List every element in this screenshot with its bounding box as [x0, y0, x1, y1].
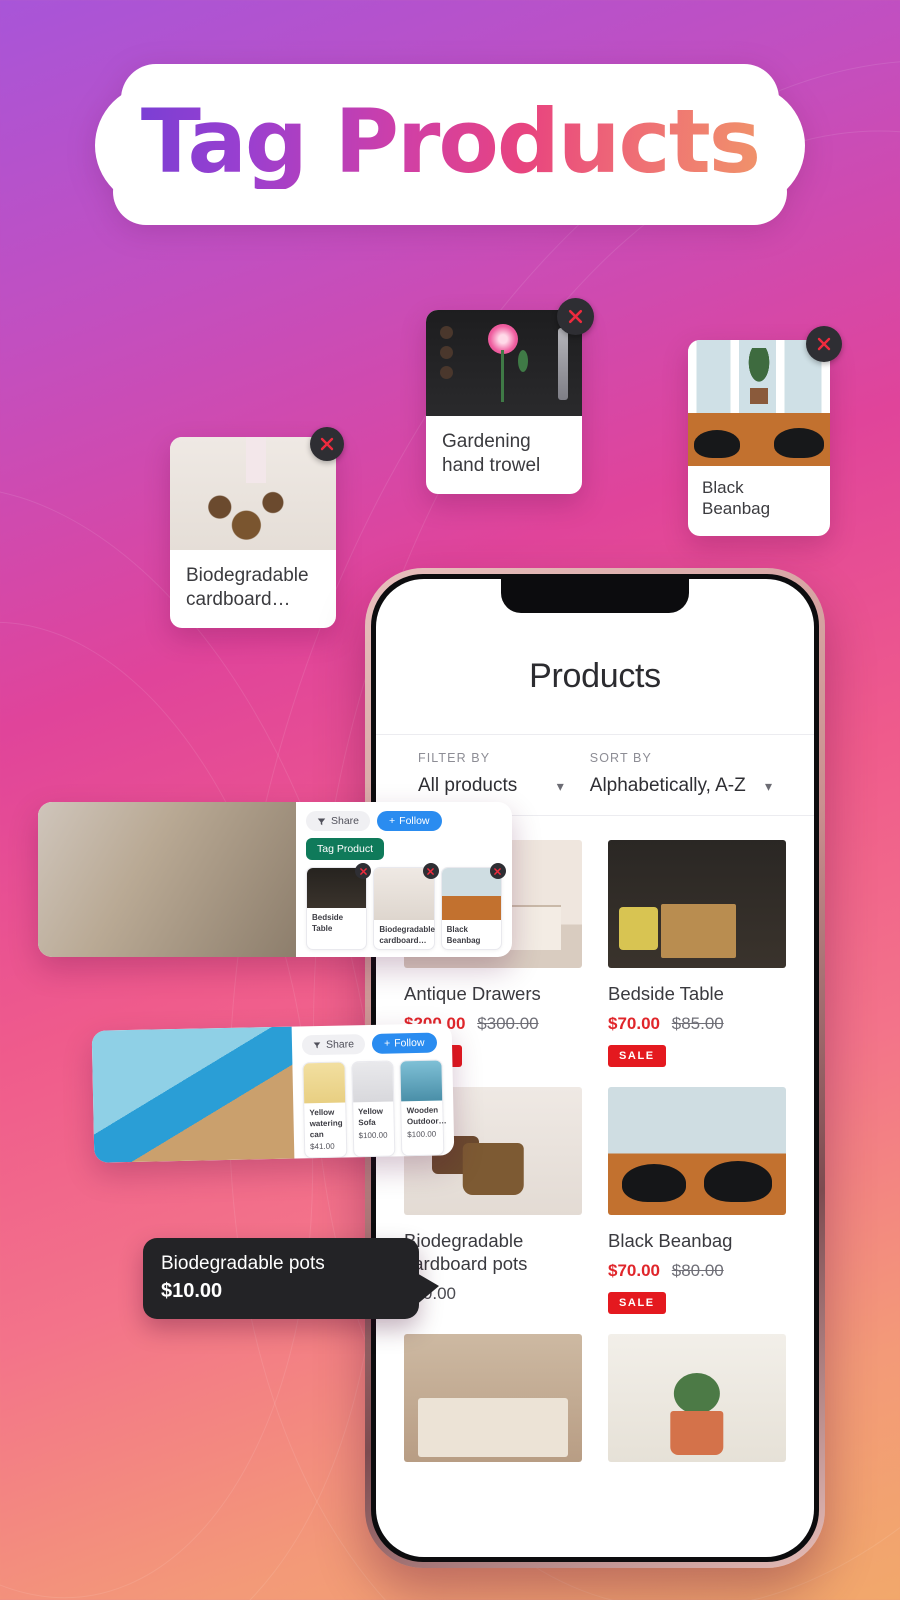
share-icon — [317, 818, 326, 825]
tagged-product-image — [303, 1062, 345, 1104]
tooltip-product-name: Biodegradable pots — [161, 1253, 325, 1274]
status-badge: SALE — [608, 1292, 666, 1315]
close-icon[interactable] — [489, 863, 506, 879]
tagged-product[interactable]: Biodegradable cardboard… — [373, 863, 439, 950]
tagged-product-image — [400, 1060, 443, 1102]
product-card[interactable]: Black Beanbag $70.00 $80.00 SALE — [608, 1087, 786, 1315]
product-card[interactable]: Bedside Table $70.00 $85.00 SALE — [608, 840, 786, 1068]
close-icon[interactable] — [557, 298, 594, 335]
post-actions: Share + Follow — [306, 811, 502, 831]
post-photo — [91, 1026, 295, 1163]
share-label: Share — [325, 1038, 355, 1051]
tagged-product-image — [352, 1061, 394, 1103]
share-button[interactable]: Share — [306, 811, 371, 831]
tag-card-gardening-trowel[interactable]: Gardening hand trowel — [426, 298, 594, 494]
tooltip-product-price: $10.00 — [161, 1279, 223, 1302]
tagged-product-price: $100.00 — [358, 1130, 388, 1140]
product-card[interactable] — [608, 1334, 786, 1463]
tagged-product[interactable]: Yellow watering can $41.00 — [302, 1061, 348, 1159]
tag-product-badge[interactable]: Tag Product — [306, 838, 385, 860]
chevron-down-icon: ▾ — [556, 777, 564, 794]
tag-card-label: Black Beanbag — [702, 478, 771, 519]
tagged-product[interactable]: Bedside Table — [306, 863, 372, 950]
share-label: Share — [331, 815, 360, 827]
product-price: $70.00 $85.00 — [608, 1014, 786, 1034]
page-title: Tag Products — [0, 63, 900, 226]
product-sale-price: $70.00 — [608, 1014, 660, 1034]
product-image — [608, 840, 786, 968]
filter-by-label: FILTER BY — [418, 751, 491, 765]
product-name: Biodegradable cardboard pots — [404, 1230, 528, 1275]
post-sidebar: Share + Follow Tag Product Bedside Table — [296, 802, 512, 957]
filter-by-group[interactable]: FILTER BY All products ▾ — [418, 751, 564, 797]
social-post-card-2[interactable]: Share + Follow Yellow watering can $41.0… — [91, 1023, 455, 1163]
product-name: Bedside Table — [608, 983, 724, 1004]
product-image — [608, 1087, 786, 1216]
product-image — [608, 1334, 786, 1463]
close-icon[interactable] — [310, 427, 344, 461]
tag-card-label: Gardening hand trowel — [442, 431, 541, 476]
product-compare-price: $80.00 — [671, 1261, 724, 1281]
tag-card-image — [688, 340, 830, 466]
product-card[interactable] — [404, 1334, 582, 1463]
follow-button[interactable]: + Follow — [371, 1032, 437, 1054]
tag-card-image — [170, 437, 336, 550]
tagged-products-row: Bedside Table Biodegradable cardboard… B… — [306, 863, 506, 950]
filter-by-select[interactable]: All products ▾ — [418, 775, 564, 797]
tagged-product[interactable]: Wooden Outdoor… $100.00 — [399, 1059, 447, 1157]
social-post-card-1[interactable]: Share + Follow Tag Product Bedside Table — [38, 802, 512, 957]
tagged-product-name: Biodegradable cardboard… — [379, 925, 435, 945]
tagged-product-name: Yellow Sofa — [357, 1106, 384, 1128]
product-compare-price: $85.00 — [671, 1014, 724, 1034]
tag-card-biodegradable[interactable]: Biodegradable cardboard… — [170, 427, 344, 628]
plus-icon: + — [389, 815, 396, 827]
product-image — [404, 1334, 582, 1463]
tagged-product-name: Black Beanbag — [446, 925, 481, 945]
post-sidebar: Share + Follow Yellow watering can $41.0… — [292, 1023, 455, 1159]
tag-card-label: Biodegradable cardboard… — [186, 565, 309, 610]
close-icon[interactable] — [806, 326, 842, 362]
post-photo — [38, 802, 296, 957]
sort-by-group[interactable]: SORT BY Alphabetically, A-Z ▾ — [590, 751, 772, 797]
title-text: Tag Products — [140, 90, 761, 193]
tagged-product-name: Wooden Outdoor… — [406, 1105, 447, 1126]
share-icon — [313, 1042, 321, 1049]
tagged-products-row: Yellow watering can $41.00 Yellow Sofa $… — [302, 1059, 447, 1159]
tagged-product[interactable]: Black Beanbag — [440, 863, 506, 950]
tag-card-black-beanbag[interactable]: Black Beanbag — [688, 326, 842, 536]
follow-label: Follow — [394, 1036, 425, 1050]
product-compare-price: $300.00 — [477, 1014, 539, 1034]
chevron-down-icon: ▾ — [764, 777, 772, 794]
sort-by-value: Alphabetically, A-Z — [589, 775, 746, 796]
tagged-product-price: $100.00 — [407, 1129, 437, 1139]
phone-notch — [501, 579, 689, 613]
tagged-product-name: Yellow watering can — [309, 1107, 343, 1139]
product-tooltip: Biodegradable pots $10.00 — [143, 1238, 439, 1319]
title-plate: Tag Products — [94, 63, 806, 226]
follow-label: Follow — [399, 815, 430, 827]
sort-by-select[interactable]: Alphabetically, A-Z ▾ — [590, 775, 772, 797]
plus-icon: + — [383, 1037, 391, 1050]
product-sale-price: $70.00 — [608, 1261, 660, 1281]
status-badge: SALE — [608, 1045, 666, 1068]
share-button[interactable]: Share — [301, 1034, 366, 1056]
sort-by-label: SORT BY — [589, 751, 652, 765]
tagged-product[interactable]: Yellow Sofa $100.00 — [351, 1060, 396, 1158]
close-icon[interactable] — [422, 863, 439, 879]
post-actions: Share + Follow — [301, 1032, 442, 1056]
filter-by-value: All products — [418, 775, 518, 796]
product-name: Antique Drawers — [404, 983, 541, 1004]
follow-button[interactable]: + Follow — [377, 811, 442, 831]
tagged-product-price: $41.00 — [310, 1142, 335, 1152]
product-price: $70.00 $80.00 — [608, 1261, 786, 1281]
product-name: Black Beanbag — [608, 1230, 733, 1252]
tagged-product-name: Bedside Table — [312, 913, 344, 933]
close-icon[interactable] — [355, 863, 372, 879]
